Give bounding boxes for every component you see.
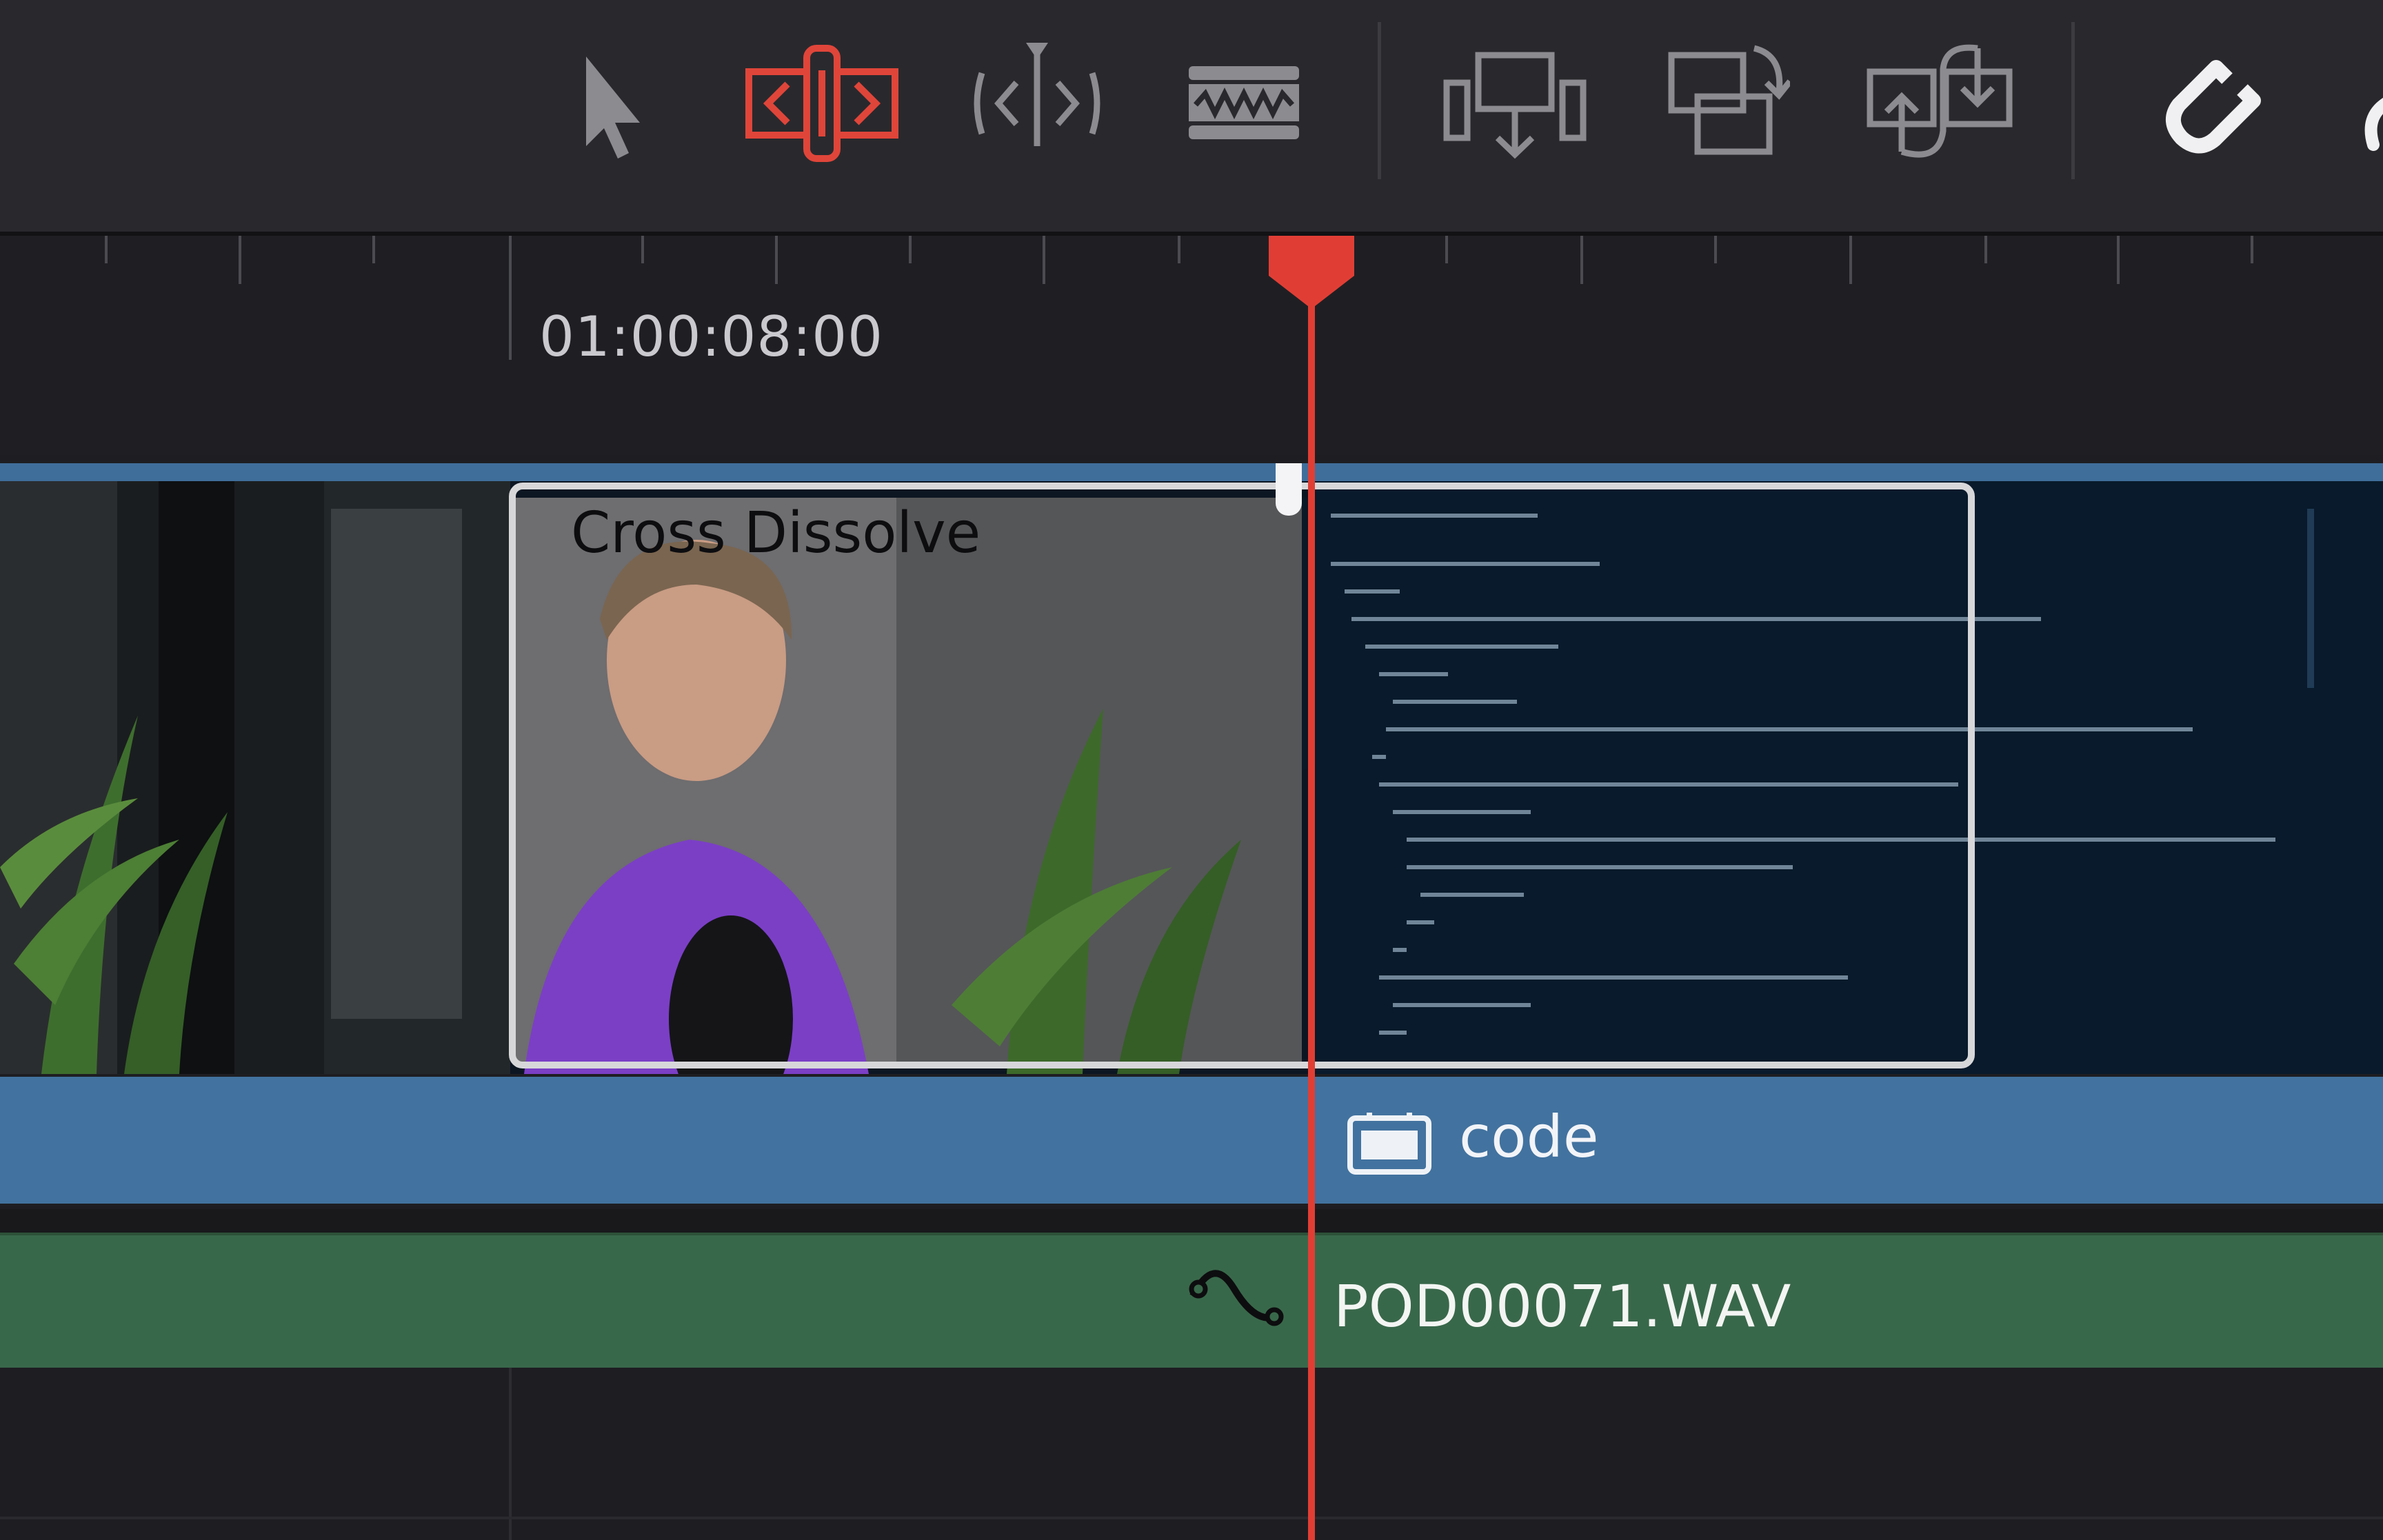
ruler-tick (641, 236, 644, 263)
ruler-tick (775, 236, 778, 284)
dynamic-trim-tool-button[interactable] (968, 28, 1106, 179)
ruler-tick (372, 236, 375, 263)
insert-clip-button[interactable] (1441, 28, 1589, 179)
audio-clip-bar[interactable] (0, 1233, 2383, 1370)
ruler-tick (1714, 236, 1717, 263)
timeline-ruler[interactable]: 01:00:08:00 (0, 236, 2383, 455)
grid-line (509, 1368, 512, 1540)
replace-clip-icon (1867, 44, 2013, 158)
transition-label: Cross Dissolve (571, 500, 981, 566)
toolbar-separator (1378, 22, 1381, 179)
dynamic-trim-icon (974, 43, 1100, 146)
video-track-top-edge (0, 463, 2383, 483)
ruler-tick (2251, 236, 2253, 263)
ruler-tick (1445, 236, 1448, 263)
ruler-tick (2117, 236, 2120, 284)
blade-edit-icon (1189, 66, 1299, 139)
replace-clip-button[interactable] (1863, 28, 2016, 179)
snapping-toggle-button[interactable] (2158, 28, 2269, 179)
empty-track-area[interactable] (0, 1368, 2383, 1540)
cross-dissolve-transition[interactable] (509, 483, 1975, 1068)
overwrite-clip-button[interactable] (1666, 28, 1790, 179)
video-clip-label: code (1459, 1103, 1599, 1171)
selection-arrow-icon (586, 57, 640, 159)
ruler-tick (909, 236, 912, 263)
ruler-tick (1178, 236, 1180, 263)
overwrite-clip-icon (1668, 45, 1790, 155)
ruler-timecode: 01:00:08:00 (539, 305, 884, 369)
playhead-line[interactable] (1308, 276, 1315, 1540)
playhead-handle[interactable] (1269, 236, 1354, 309)
ruler-major-tick (509, 236, 512, 360)
timeline-toolbar (0, 0, 2383, 236)
ruler-tick (105, 236, 108, 263)
snapping-magnet-icon (2166, 60, 2261, 154)
linked-selection-button[interactable] (2358, 28, 2383, 179)
link-icon (2364, 97, 2383, 151)
transition-edge-handle[interactable] (1276, 463, 1302, 516)
insert-clip-icon (1443, 52, 1587, 159)
blade-edit-tool-button[interactable] (1183, 28, 1305, 179)
track-divider (0, 1209, 2383, 1233)
ruler-tick (1849, 236, 1852, 284)
ruler-tick (239, 236, 241, 284)
audio-clip-label: POD00071.WAV (1334, 1273, 1791, 1340)
video-clip-bar[interactable]: code (0, 1077, 2383, 1204)
audio-fade-curve-icon[interactable] (1186, 1262, 1289, 1337)
track-row-divider (0, 1517, 2383, 1519)
toolbar-separator (2071, 22, 2075, 179)
video-clip-icon (1347, 1113, 1431, 1175)
selection-tool-button[interactable] (574, 28, 650, 179)
trim-edit-tool-button[interactable] (745, 28, 899, 179)
trim-edit-icon (745, 45, 898, 162)
ruler-tick (1043, 236, 1045, 284)
ruler-tick (1984, 236, 1987, 263)
ruler-tick (1580, 236, 1583, 284)
